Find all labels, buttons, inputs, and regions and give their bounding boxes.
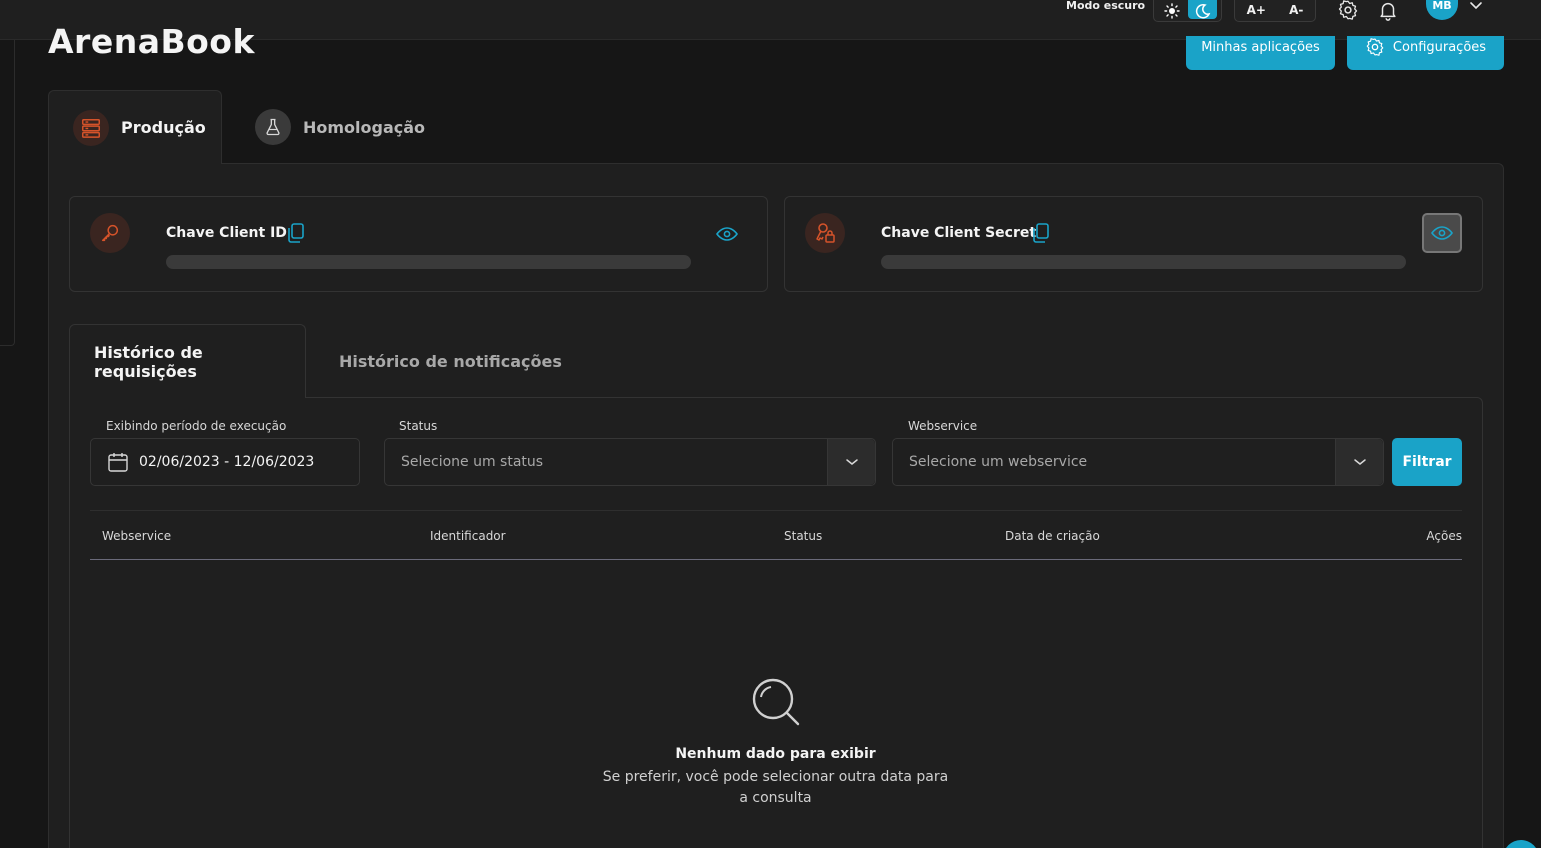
key-icon [90,213,130,253]
moon-icon [1195,3,1210,19]
gear-icon [1366,38,1384,56]
font-increase-button[interactable]: A+ [1247,3,1266,17]
show-client-id-button[interactable] [714,221,740,247]
configurations-button[interactable]: Configurações [1347,36,1504,70]
table-header: Webservice Identificador Status Data de … [90,510,1462,560]
avatar-initials: MB [1432,0,1452,12]
empty-state-subtitle: Se preferir, você pode selecionar outra … [602,769,949,806]
chevron-down-icon [1353,459,1366,465]
gear-icon [1338,0,1358,20]
period-label: Exibindo período de execução [106,419,287,433]
webservice-placeholder: Selecione um webservice [909,454,1088,470]
webservice-dropdown-toggle[interactable] [1335,439,1383,485]
tab-homologacao[interactable]: Homologação [255,90,425,164]
sun-icon [1163,3,1180,19]
tab-producao[interactable]: Produção [48,90,222,164]
eye-icon [1431,226,1453,240]
tab-request-history[interactable]: Histórico de requisições [69,324,306,398]
column-status[interactable]: Status [784,529,822,543]
search-icon [752,678,800,726]
copy-icon[interactable] [286,222,306,244]
font-decrease-button[interactable]: A- [1289,3,1303,17]
avatar[interactable]: MB [1426,0,1458,20]
client-secret-masked-value [881,255,1406,269]
status-label: Status [399,419,438,433]
date-range-value: 02/06/2023 - 12/06/2023 [139,454,315,470]
theme-toggle[interactable] [1153,0,1222,22]
tab-request-history-label: Histórico de requisições [94,342,203,381]
webservice-label: Webservice [908,419,978,433]
date-range-picker[interactable]: 02/06/2023 - 12/06/2023 [90,438,360,486]
filter-button[interactable]: Filtrar [1392,438,1462,486]
tab-homologacao-label: Homologação [303,117,426,137]
secret-lock-icon [805,213,845,253]
page-title: ArenaBook [48,22,255,61]
status-dropdown-toggle[interactable] [827,439,875,485]
my-apps-label: Minhas aplicações [1201,39,1320,55]
dark-mode-label: Modo escuro [1066,0,1146,12]
font-size-controls: A+ A- [1234,0,1316,22]
tab-notification-history[interactable]: Histórico de notificações [339,324,562,398]
show-client-secret-button[interactable] [1422,213,1462,253]
client-secret-title: Chave Client Secret [881,225,1037,241]
tab-notification-history-label: Histórico de notificações [339,351,562,371]
chevron-down-icon [845,459,858,465]
my-apps-button[interactable]: Minhas aplicações [1186,36,1335,70]
client-id-title: Chave Client ID [166,225,287,241]
eye-icon [716,227,738,241]
calendar-icon [108,453,128,472]
column-webservice[interactable]: Webservice [102,529,171,543]
tab-producao-label: Produção [121,118,206,137]
settings-button[interactable] [1335,0,1361,23]
client-secret-card: Chave Client Secret [784,196,1483,292]
empty-state-title: Nenhum dado para exibir [675,746,876,762]
column-identifier[interactable]: Identificador [430,529,506,543]
dark-mode-button[interactable] [1188,0,1217,19]
help-fab[interactable] [1503,840,1539,848]
client-id-card: Chave Client ID [69,196,768,292]
status-select[interactable]: Selecione um status [384,438,876,486]
configurations-label: Configurações [1392,39,1487,55]
column-actions: Ações [1426,529,1462,543]
webservice-select[interactable]: Selecione um webservice [892,438,1384,486]
bell-icon [1380,2,1396,21]
flask-icon [255,109,291,145]
chevron-down-icon[interactable] [1466,0,1486,16]
server-icon [73,109,109,146]
sidebar-edge [0,40,15,346]
status-placeholder: Selecione um status [401,454,544,470]
client-id-masked-value [166,255,691,269]
light-mode-button[interactable] [1157,0,1186,19]
column-created-at[interactable]: Data de criação [1005,529,1100,543]
notifications-button[interactable] [1375,0,1401,23]
copy-icon[interactable] [1031,222,1051,244]
